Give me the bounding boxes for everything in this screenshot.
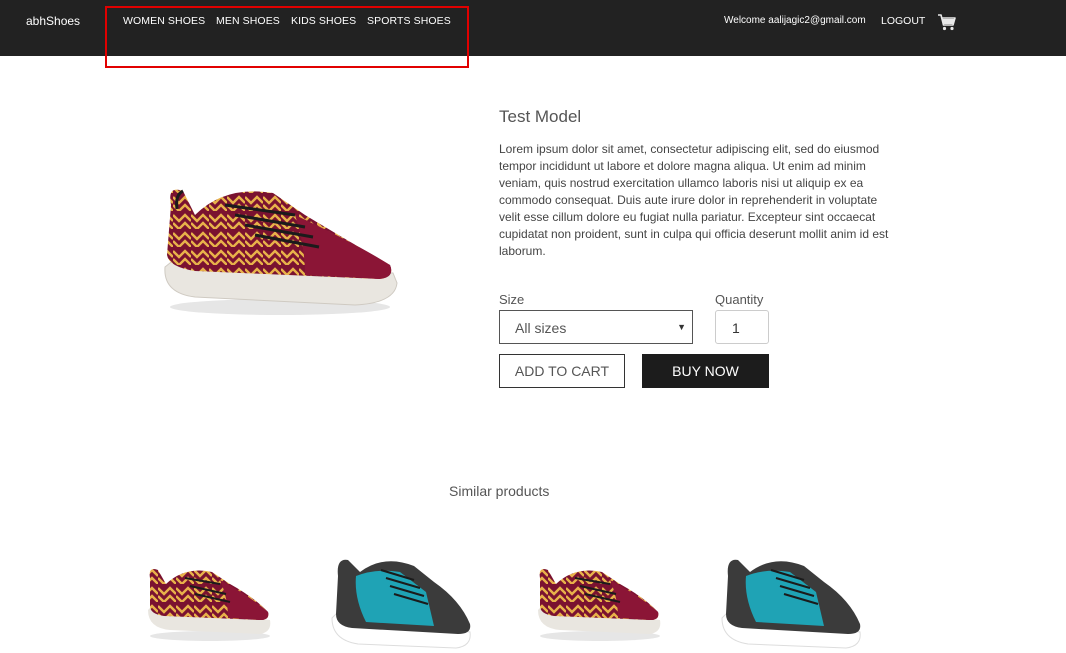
similar-product-4[interactable] <box>716 548 866 653</box>
chevron-down-icon: ▼ <box>677 322 686 332</box>
quantity-label: Quantity <box>715 292 764 307</box>
size-select-value: All sizes <box>515 320 567 336</box>
welcome-text: Welcome aalijagic2@gmail.com <box>724 15 866 26</box>
similar-product-3[interactable] <box>530 548 680 653</box>
add-to-cart-button[interactable]: ADD TO CART <box>499 354 625 388</box>
buy-now-button[interactable]: BUY NOW <box>642 354 769 388</box>
brand-logo[interactable]: abhShoes <box>26 14 80 28</box>
size-select[interactable]: All sizes ▼ <box>499 310 693 344</box>
size-label: Size <box>499 292 525 307</box>
quantity-value: 1 <box>732 320 740 336</box>
product-description: Lorem ipsum dolor sit amet, consectetur … <box>499 142 889 258</box>
product-image <box>164 189 398 315</box>
nav-men-shoes[interactable]: MEN SHOES <box>216 15 280 27</box>
nav-kids-shoes[interactable]: KIDS SHOES <box>291 15 356 27</box>
quantity-input[interactable]: 1 <box>715 310 769 344</box>
nav-women-shoes[interactable]: WOMEN SHOES <box>123 15 205 27</box>
logout-link[interactable]: LOGOUT <box>881 15 925 27</box>
nav-sports-shoes[interactable]: SPORTS SHOES <box>367 15 451 27</box>
similar-product-2[interactable] <box>326 548 476 653</box>
similar-products-heading: Similar products <box>449 483 550 499</box>
product-title: Test Model <box>499 107 582 126</box>
shopping-cart-icon[interactable] <box>937 12 957 32</box>
navbar: abhShoes WOMEN SHOES MEN SHOES KIDS SHOE… <box>0 0 1066 56</box>
similar-product-1[interactable] <box>140 548 290 653</box>
